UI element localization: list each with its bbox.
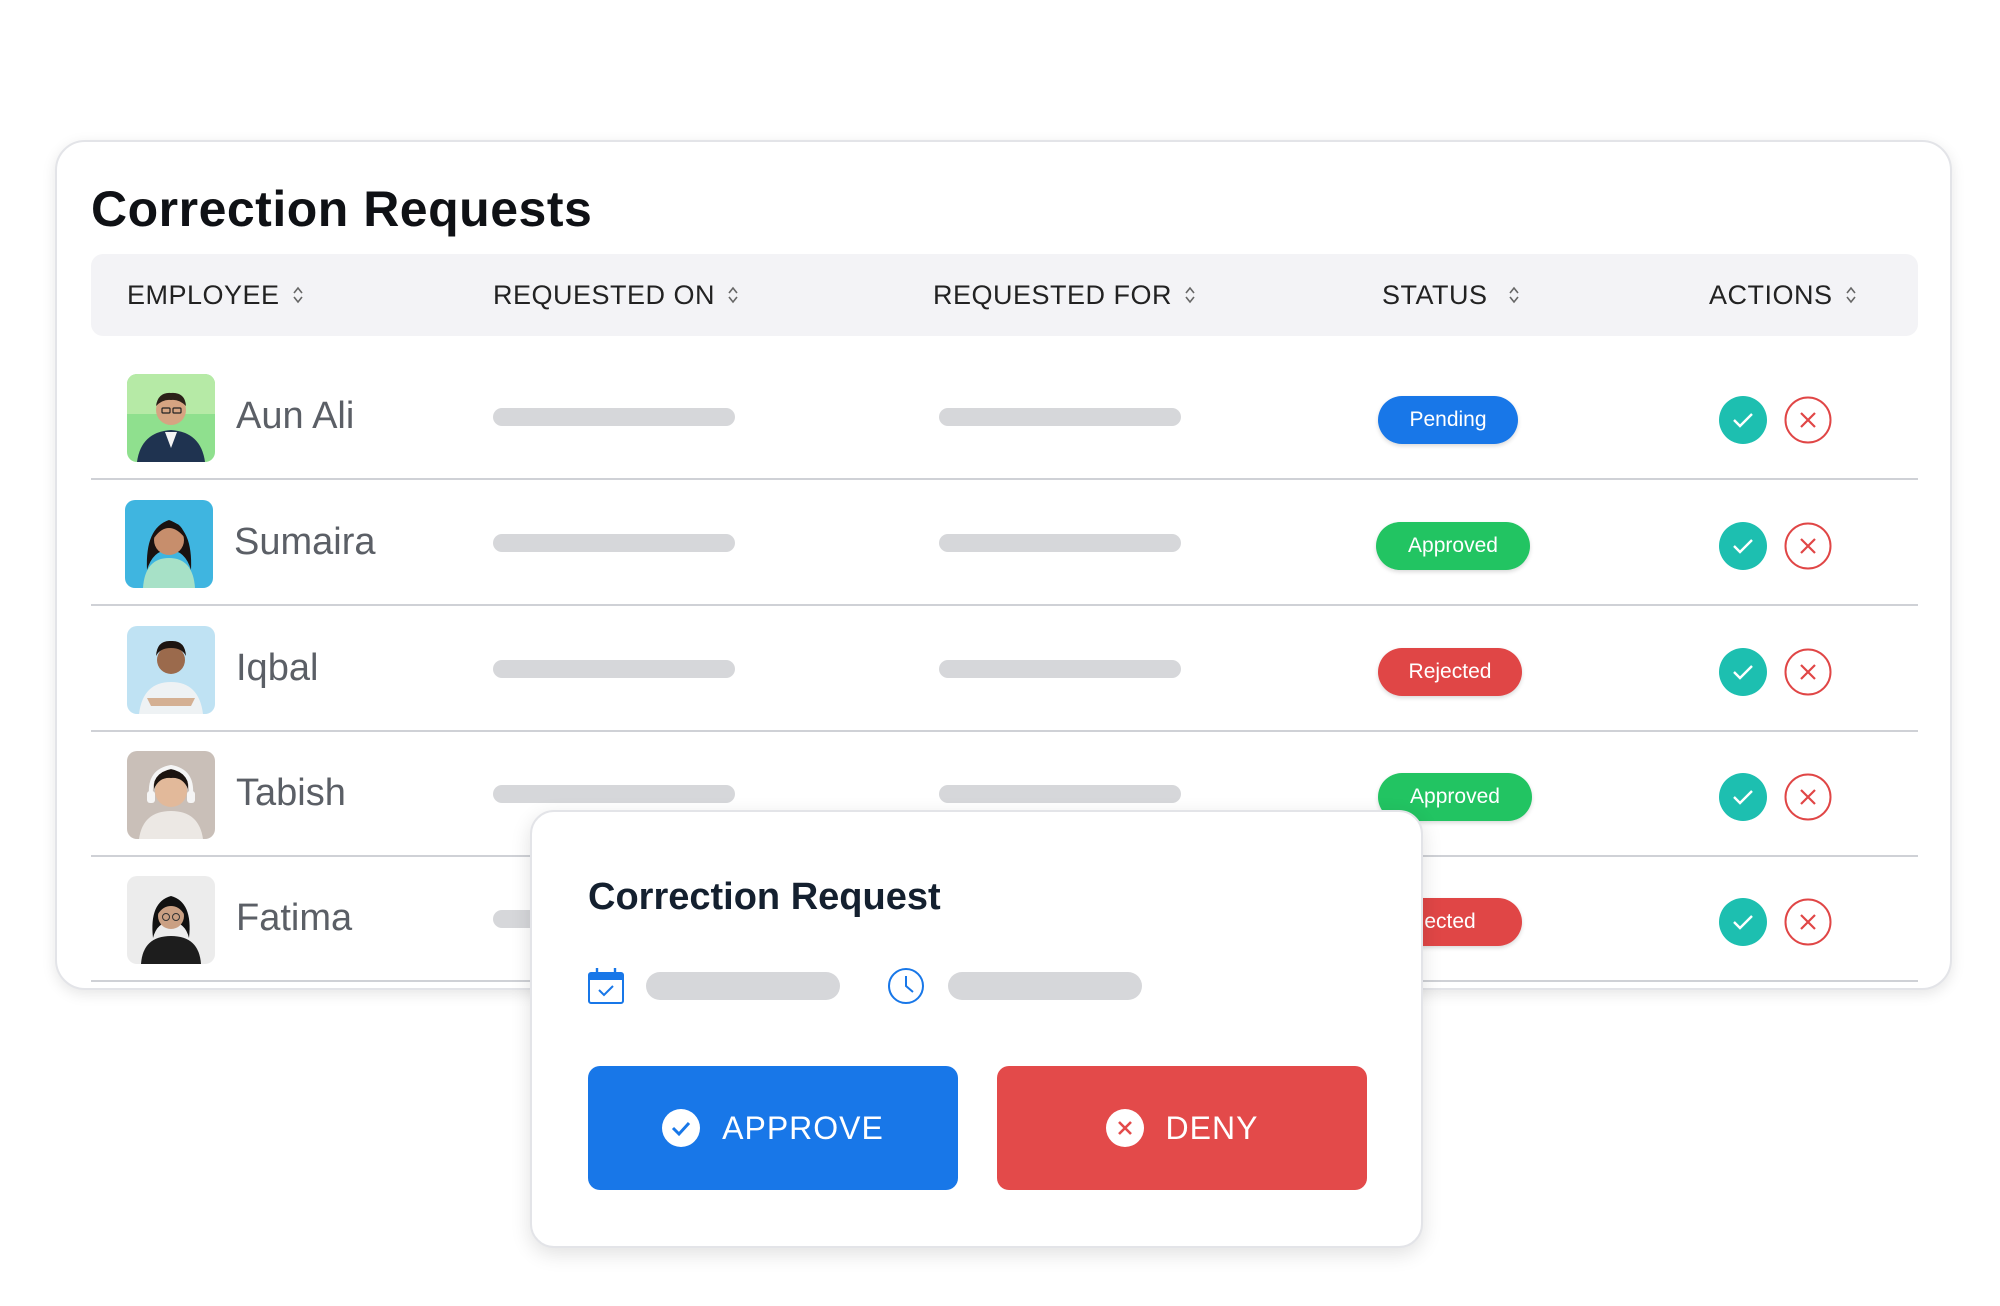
- table-row: Aun Ali Pending: [91, 354, 1918, 480]
- requested-on-placeholder: [493, 660, 735, 678]
- column-actions-label: ACTIONS: [1709, 279, 1833, 310]
- requested-for-placeholder: [939, 534, 1181, 552]
- calendar-icon: [588, 968, 624, 1004]
- correction-request-modal: Correction Request APPROVE DENY: [530, 810, 1423, 1248]
- requested-on-placeholder: [493, 408, 735, 426]
- status-badge: Pending: [1378, 396, 1518, 444]
- approve-button[interactable]: APPROVE: [588, 1066, 958, 1190]
- employee-name: Iqbal: [236, 646, 319, 689]
- column-requested-on-label: REQUESTED ON: [493, 279, 716, 310]
- sort-icon[interactable]: [292, 285, 304, 305]
- avatar: [127, 751, 215, 839]
- requested-for-placeholder: [939, 408, 1181, 426]
- employee-name: Aun Ali: [236, 394, 355, 437]
- column-requested-on[interactable]: REQUESTED ON: [493, 254, 739, 336]
- column-status[interactable]: STATUS: [1382, 254, 1520, 336]
- sort-icon[interactable]: [1508, 285, 1520, 305]
- sort-icon[interactable]: [1184, 285, 1196, 305]
- requested-on-placeholder: [493, 534, 735, 552]
- check-circle-icon[interactable]: [1719, 648, 1767, 696]
- avatar: [125, 500, 213, 588]
- column-requested-for-label: REQUESTED FOR: [933, 279, 1173, 310]
- page-title: Correction Requests: [91, 181, 593, 237]
- deny-button[interactable]: DENY: [997, 1066, 1367, 1190]
- column-employee[interactable]: EMPLOYEE: [127, 254, 304, 336]
- x-circle-icon[interactable]: [1784, 773, 1832, 821]
- status-badge: Approved: [1376, 522, 1530, 570]
- x-circle-icon: [1105, 1109, 1144, 1147]
- requested-for-placeholder: [939, 785, 1181, 803]
- employee-name: Sumaira: [234, 520, 376, 563]
- date-placeholder: [646, 972, 840, 1000]
- x-circle-icon[interactable]: [1784, 396, 1832, 444]
- avatar: [127, 876, 215, 964]
- clock-icon: [888, 968, 924, 1004]
- check-circle-icon: [662, 1109, 701, 1147]
- sort-icon[interactable]: [1845, 285, 1857, 305]
- check-circle-icon[interactable]: [1719, 396, 1767, 444]
- deny-button-label: DENY: [1165, 1109, 1259, 1146]
- time-placeholder: [948, 972, 1142, 1000]
- approve-button-label: APPROVE: [722, 1109, 884, 1146]
- requested-on-placeholder: [493, 785, 735, 803]
- table-header: EMPLOYEE REQUESTED ON REQUESTED FOR STAT…: [91, 254, 1918, 336]
- x-circle-icon[interactable]: [1784, 898, 1832, 946]
- check-circle-icon[interactable]: [1719, 773, 1767, 821]
- x-circle-icon[interactable]: [1784, 522, 1832, 570]
- avatar: [127, 374, 215, 462]
- requested-for-placeholder: [939, 660, 1181, 678]
- column-actions[interactable]: ACTIONS: [1709, 254, 1857, 336]
- employee-name: Fatima: [236, 896, 353, 939]
- sort-icon[interactable]: [727, 285, 739, 305]
- employee-name: Tabish: [236, 771, 346, 814]
- check-circle-icon[interactable]: [1719, 898, 1767, 946]
- column-employee-label: EMPLOYEE: [127, 279, 280, 310]
- table-row: Iqbal Rejected: [91, 606, 1918, 732]
- x-circle-icon[interactable]: [1784, 648, 1832, 696]
- column-status-label: STATUS: [1382, 279, 1488, 310]
- table-row: Sumaira Approved: [91, 480, 1918, 606]
- modal-title: Correction Request: [588, 876, 941, 918]
- avatar: [127, 626, 215, 714]
- check-circle-icon[interactable]: [1719, 522, 1767, 570]
- column-requested-for[interactable]: REQUESTED FOR: [933, 254, 1196, 336]
- status-badge: Rejected: [1378, 648, 1522, 696]
